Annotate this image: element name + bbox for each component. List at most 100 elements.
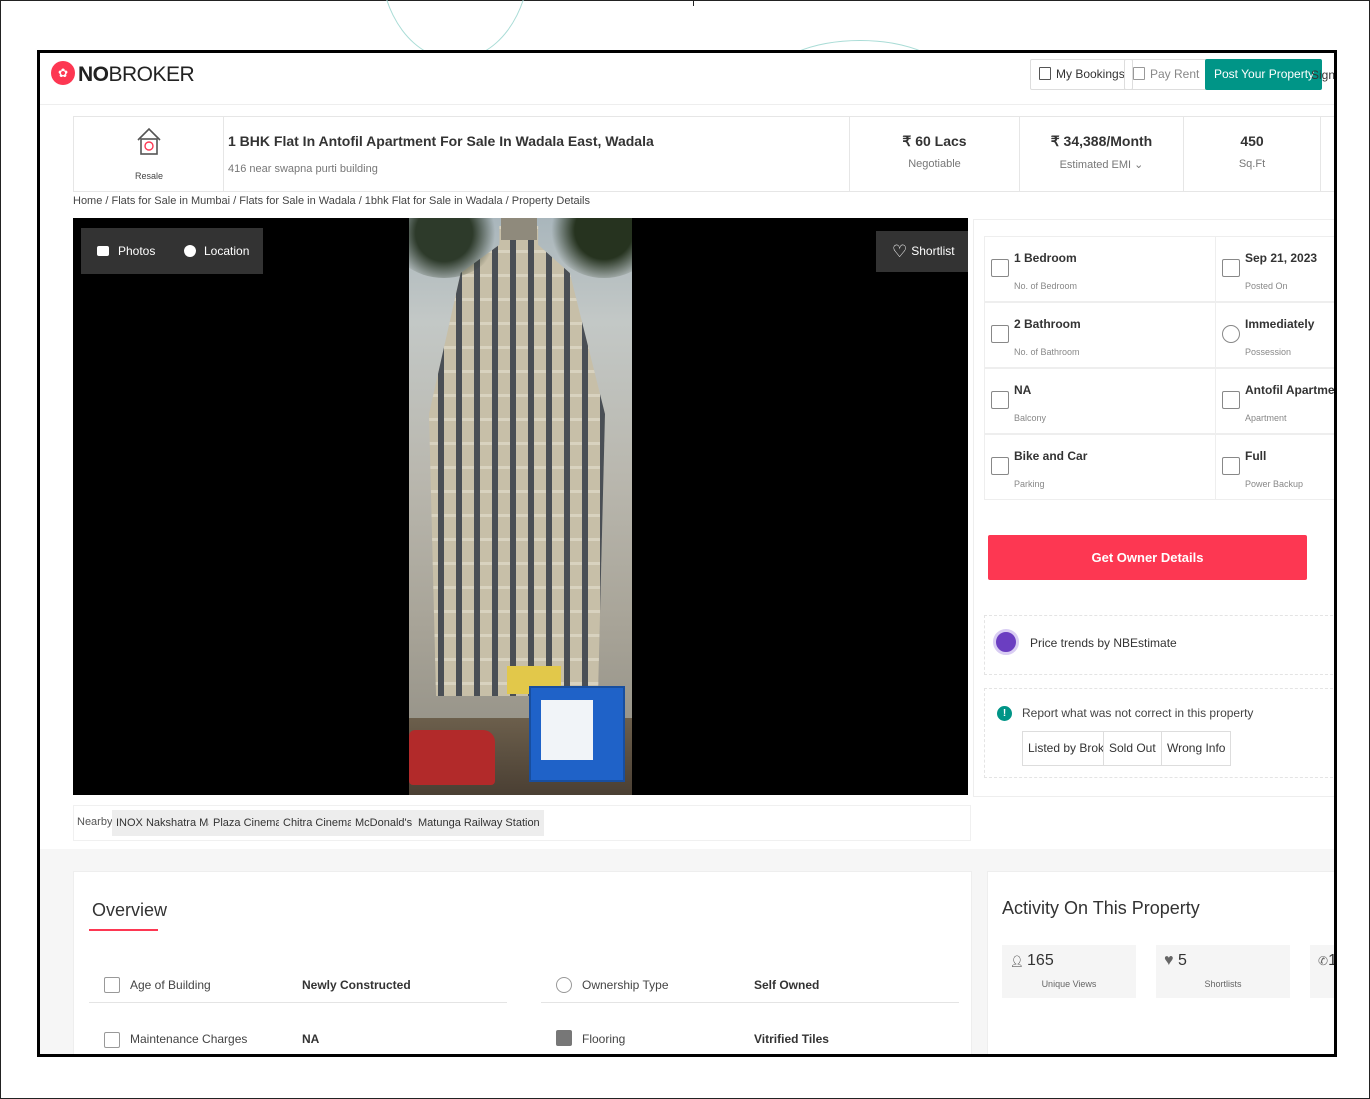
photos-button[interactable]: Photos (81, 228, 170, 274)
detail-posted: Sep 21, 2023 Posted On (1215, 236, 1334, 302)
pay-rent-button[interactable]: Pay Rent (1124, 59, 1208, 90)
building-image (429, 226, 605, 696)
post-property-button[interactable]: Post Your Property (1205, 59, 1323, 90)
red-car (409, 730, 495, 785)
property-address: 416 near swapna purti building (228, 163, 378, 175)
car-icon (991, 457, 1009, 475)
detail-value: Antofil Apartment (1245, 383, 1337, 397)
detail-value: NA (1014, 383, 1032, 397)
location-button[interactable]: Location (168, 228, 264, 274)
logo-text-bold: NO (78, 63, 109, 86)
detail-bedroom: 1 Bedroom No. of Bedroom (984, 236, 1216, 302)
stat-label: Shortlists (1204, 979, 1242, 989)
shortlists-value: ♥ 5 (1164, 952, 1187, 970)
divider (693, 0, 694, 6)
nearby-chip[interactable]: Chitra Cinema (279, 810, 358, 836)
overview-label: Maintenance Charges (130, 1032, 248, 1046)
nearby-chip[interactable]: Plaza Cinema (209, 810, 286, 836)
shortlist-button[interactable]: ♡ Shortlist (876, 231, 968, 272)
overview-label: Ownership Type (582, 978, 669, 992)
battery-icon (1222, 457, 1240, 475)
detail-label: Possession (1245, 347, 1292, 357)
camera-icon (97, 246, 109, 256)
nearby-chip[interactable]: Matunga Railway Station (414, 810, 544, 836)
detail-value: Immediately (1245, 317, 1315, 331)
activity-card: Activity On This Property 👤︎ 165 Unique … (987, 871, 1337, 1054)
nearby-bar: Nearby: INOX Nakshatra Mall Plaza Cinema… (73, 805, 971, 841)
detail-label: Balcony (1014, 413, 1047, 423)
key-icon (1222, 325, 1240, 343)
area-value: 450 (1240, 133, 1264, 149)
bath-icon (991, 325, 1009, 343)
detail-label: Apartment (1245, 413, 1287, 423)
contacts-stat: ✆1 (1310, 945, 1337, 998)
chart-icon (993, 629, 1019, 655)
emi-dropdown[interactable]: Estimated EMI ⌄ (1020, 158, 1183, 171)
unique-views-stat: 👤︎ 165 Unique Views (1002, 945, 1136, 998)
price-trends-label: Price trends by NBEstimate (1030, 636, 1177, 650)
wrong-info-button[interactable]: Wrong Info (1161, 731, 1232, 766)
price-cell: ₹ 60 Lacs Negotiable (850, 117, 1020, 191)
photo-gallery[interactable]: Photos Location ♡ Shortlist (73, 218, 968, 795)
logo-icon[interactable]: ✿ (51, 61, 75, 85)
document-icon (1039, 67, 1051, 80)
building-crown (501, 218, 537, 240)
blue-truck (529, 686, 625, 782)
activity-title: Activity On This Property (1002, 898, 1200, 918)
calendar-icon (1222, 259, 1240, 277)
shortlists-stat: ♥ 5 Shortlists (1156, 945, 1290, 998)
page: ✿ NOBROKER My Bookings Pay Rent Post You… (40, 53, 1337, 1054)
logo-text: BROKER (108, 63, 195, 86)
detail-value: 2 Bathroom (1014, 317, 1081, 331)
overview-label: Flooring (582, 1032, 626, 1046)
property-photo[interactable] (409, 218, 632, 795)
overview-label: Age of Building (130, 978, 211, 992)
resale-cell: Resale (74, 117, 224, 191)
property-details-panel: 1 Bedroom No. of Bedroom Sep 21, 2023 Po… (973, 219, 1337, 797)
detail-bathroom: 2 Bathroom No. of Bathroom (984, 302, 1216, 368)
nearby-chip[interactable]: McDonald's (351, 810, 417, 836)
detail-label: No. of Bathroom (1014, 347, 1080, 357)
contacts-value: ✆1 (1318, 952, 1337, 970)
breadcrumb[interactable]: Home / Flats for Sale in Mumbai / Flats … (73, 195, 590, 207)
shortlist-label: Shortlist (911, 244, 955, 258)
overview-card: Overview Age of Building Newly Construct… (73, 871, 972, 1054)
building-age-icon (104, 977, 120, 993)
sign-up-link[interactable]: Sign u (1311, 68, 1334, 82)
building-icon (1222, 391, 1240, 409)
emi-value: ₹ 34,388/Month (1050, 133, 1153, 149)
logo[interactable]: NOBROKER (78, 63, 195, 87)
detail-value: 1 Bedroom (1014, 251, 1077, 265)
person-icon: 👤︎ (1010, 956, 1028, 968)
heart-icon: ♡ (892, 242, 908, 261)
stat-label: Unique Views (1041, 979, 1097, 989)
detail-value: Bike and Car (1014, 449, 1088, 463)
my-bookings-label: My Bookings (1056, 67, 1125, 81)
detail-value: Full (1245, 449, 1267, 463)
resale-label: Resale (134, 171, 163, 181)
report-box: ! Report what was not correct in this pr… (984, 688, 1334, 778)
price-value: ₹ 60 Lacs (902, 133, 967, 149)
maintenance-icon (104, 1032, 120, 1048)
stat-value: 1 (1328, 952, 1337, 969)
house-rupee-icon (137, 127, 161, 155)
overview-value: Vitrified Tiles (754, 1032, 829, 1046)
my-bookings-button[interactable]: My Bookings (1030, 59, 1133, 90)
price-trends-link[interactable]: Price trends by NBEstimate (984, 615, 1334, 675)
report-label: Report what was not correct in this prop… (1022, 706, 1254, 720)
overview-underline (89, 929, 158, 931)
alert-icon: ! (997, 706, 1012, 721)
emi-cell[interactable]: ₹ 34,388/Month Estimated EMI ⌄ (1020, 117, 1184, 191)
detail-power-backup: Full Power Backup (1215, 434, 1334, 500)
sold-out-button[interactable]: Sold Out (1103, 731, 1162, 766)
nearby-chip[interactable]: INOX Nakshatra Mall (112, 810, 224, 836)
detail-label: Parking (1014, 479, 1045, 489)
screenshot-frame: ✿ NOBROKER My Bookings Pay Rent Post You… (37, 50, 1337, 1057)
title-cell: 1 BHK Flat In Antofil Apartment For Sale… (224, 117, 850, 191)
property-title: 1 BHK Flat In Antofil Apartment For Sale… (228, 133, 654, 149)
detail-value: Sep 21, 2023 (1245, 251, 1318, 265)
area-cell: 450 Sq.Ft (1184, 117, 1321, 191)
detail-balcony: NA Balcony (984, 368, 1216, 434)
compass-icon (184, 245, 196, 257)
get-owner-details-button[interactable]: Get Owner Details (988, 535, 1307, 580)
